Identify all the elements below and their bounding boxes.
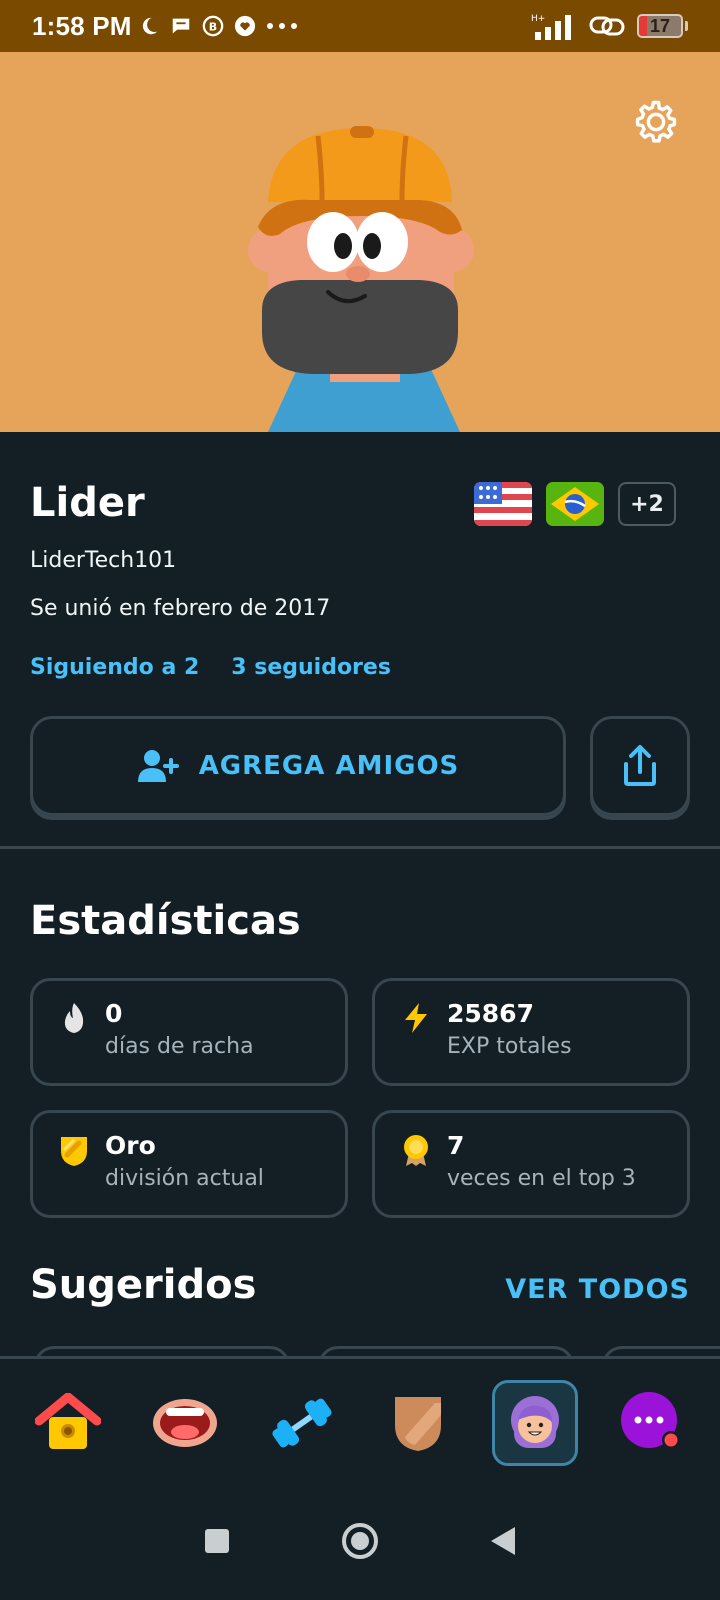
square-icon	[205, 1529, 229, 1553]
nav-speaking[interactable]	[142, 1380, 228, 1466]
recents-button[interactable]	[203, 1527, 231, 1559]
following-link[interactable]: Siguiendo a 2	[30, 655, 199, 680]
suggested-title: Sugeridos	[30, 1262, 257, 1308]
share-profile-button[interactable]	[590, 716, 690, 816]
profile-avatar-icon	[510, 1395, 559, 1448]
stat-value: 0	[105, 999, 123, 1028]
status-notification-icons: B	[138, 15, 298, 37]
back-triangle-icon	[491, 1527, 515, 1555]
nav-leagues[interactable]	[375, 1380, 461, 1466]
circle-home-icon	[342, 1523, 378, 1559]
profile-avatar-banner	[0, 52, 720, 432]
dumbbell-icon	[272, 1398, 332, 1447]
signal-icon: H+	[531, 14, 571, 40]
stat-label: días de racha	[105, 1034, 254, 1059]
lightning-icon	[405, 1003, 427, 1033]
see-all-button[interactable]: VER TODOS	[505, 1274, 690, 1305]
profile-joined-date: Se unió en febrero de 2017	[30, 596, 331, 621]
stat-label: veces en el top 3	[447, 1166, 636, 1191]
bottom-navigation	[0, 1356, 720, 1486]
moon-icon	[142, 17, 157, 35]
svg-text:B: B	[208, 21, 216, 34]
add-friends-button[interactable]: AGREGA AMIGOS	[30, 716, 566, 816]
league-shield-icon	[395, 1396, 442, 1451]
status-bar: 1:58 PM B H+ 17	[0, 0, 720, 52]
section-divider	[0, 846, 720, 849]
heart-shield-icon	[234, 15, 255, 37]
home-icon	[35, 1392, 102, 1449]
stat-value: 7	[447, 1131, 465, 1160]
back-button[interactable]	[489, 1525, 517, 1561]
stats-title: Estadísticas	[30, 898, 301, 944]
follow-stats: Siguiendo a 2 3 seguidores	[30, 655, 391, 680]
followers-link[interactable]: 3 seguidores	[231, 655, 391, 680]
medal-icon	[404, 1135, 428, 1166]
nav-more[interactable]	[609, 1380, 695, 1466]
stat-label: EXP totales	[447, 1034, 572, 1059]
gold-league-icon	[61, 1137, 87, 1166]
share-icon	[624, 745, 656, 786]
more-courses-badge[interactable]: +2	[618, 482, 676, 526]
add-friends-label: AGREGA AMIGOS	[198, 751, 460, 781]
gear-icon	[635, 100, 677, 143]
system-navigation-bar	[0, 1486, 720, 1600]
settings-button[interactable]	[628, 94, 684, 150]
battery-indicator: 17	[637, 14, 683, 38]
add-user-icon	[137, 750, 179, 782]
b-circle-icon: B	[202, 15, 223, 37]
svg-text:H+: H+	[531, 14, 545, 24]
mouth-icon	[152, 1398, 217, 1447]
more-icon	[620, 1391, 680, 1449]
chat-icon	[172, 18, 189, 34]
brazil-flag-icon[interactable]	[546, 482, 604, 526]
profile-name: Lider	[30, 480, 145, 526]
status-time: 1:58 PM	[32, 10, 132, 41]
avatar-illustration	[248, 126, 474, 432]
stat-card-xp: 25867 EXP totales	[372, 978, 690, 1086]
hotspot-link-icon	[589, 16, 625, 36]
stat-value: Oro	[105, 1131, 156, 1160]
us-flag-icon[interactable]	[474, 482, 532, 526]
nav-practice[interactable]	[259, 1380, 345, 1466]
stat-value: 25867	[447, 999, 534, 1028]
course-flags[interactable]: +2	[474, 482, 676, 526]
nav-profile[interactable]	[491, 1379, 578, 1466]
profile-username: LiderTech101	[30, 548, 177, 573]
more-dots-icon	[266, 23, 297, 29]
home-system-button[interactable]	[341, 1522, 379, 1564]
stat-label: división actual	[105, 1166, 264, 1191]
stat-card-streak: 0 días de racha	[30, 978, 348, 1086]
flame-icon	[64, 1003, 84, 1033]
stat-card-league: Oro división actual	[30, 1110, 348, 1218]
nav-home[interactable]	[25, 1380, 111, 1466]
stat-card-top3: 7 veces en el top 3	[372, 1110, 690, 1218]
